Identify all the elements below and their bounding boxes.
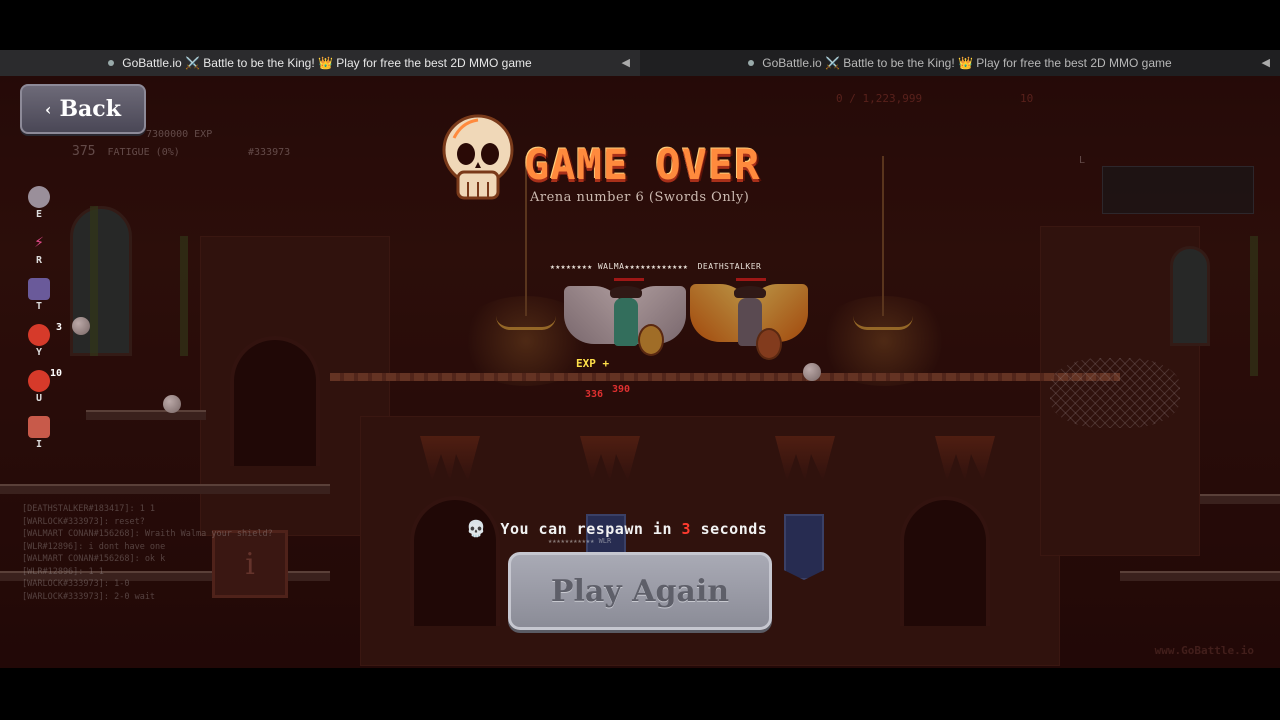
arena-subtitle: Arena number 6 (Swords Only)	[530, 190, 750, 205]
skill-bar: E ⚡ R T 3 Y 10 U I	[26, 186, 62, 462]
item-count: 10	[49, 368, 62, 379]
respawn-player-tag: ★★★★★★★★★★★ WLR	[548, 537, 612, 545]
site-watermark: www.GoBattle.io	[1154, 644, 1254, 657]
stone-arch	[230, 336, 320, 466]
chat-line: [WARLOCK#333973]: 2-0 wait	[22, 591, 156, 602]
minimap[interactable]: L	[1079, 155, 1254, 214]
stone-ledge	[0, 484, 330, 494]
skull-orb-icon	[28, 186, 50, 208]
minimap-label: L	[1079, 155, 1086, 166]
health-bar	[736, 278, 766, 281]
skill-slot-e[interactable]: E	[26, 186, 52, 232]
chat-line: [WARLOCK#333973]: 1-0	[22, 579, 130, 589]
chat-log: [DEATHSTALKER#183417]: 1 1 [WARLOCK#3339…	[22, 503, 273, 603]
blue-banner	[784, 514, 824, 580]
chat-line: [WALMART CONAN#156268]: Wraith Walma you…	[22, 529, 273, 539]
item-count: 3	[55, 322, 62, 333]
vine	[1250, 236, 1258, 376]
chat-line: [WALMART CONAN#156268]: ok k	[22, 554, 166, 564]
back-label: Back	[59, 96, 121, 122]
speaker-icon[interactable]: ◀	[1262, 56, 1270, 69]
apple-icon	[28, 324, 50, 346]
browser-tab-inactive[interactable]: GoBattle.io ⚔️ Battle to be the King! 👑 …	[640, 50, 1280, 76]
player-character-right[interactable]	[690, 278, 810, 378]
skill-slot-y[interactable]: 3 Y	[26, 322, 62, 370]
skill-slot-t[interactable]: T	[26, 278, 52, 324]
browser-tab-bar: GoBattle.io ⚔️ Battle to be the King! 👑 …	[0, 50, 1280, 76]
chat-line: [WLR#12896]: 1 1	[22, 566, 104, 577]
chain	[882, 156, 884, 316]
skill-slot-r[interactable]: ⚡ R	[26, 232, 52, 278]
skill-key: U	[35, 393, 43, 404]
play-again-button[interactable]: Play Again	[508, 552, 772, 630]
exp-display: 7300000 EXP	[146, 129, 213, 140]
respawn-prefix: You can respawn in	[500, 519, 672, 538]
player-name-tags: ★★★★★★★★ WALMA★★★★★★★★★★★★ DEATHSTALKER	[550, 262, 761, 271]
level-display: 375 FATIGUE (0%)	[72, 144, 180, 159]
gems-display: 10	[1020, 92, 1034, 105]
exp-gain-label: EXP +	[576, 357, 610, 370]
tab-title: GoBattle.io ⚔️ Battle to be the King! 👑 …	[762, 56, 1172, 70]
stone-ledge	[1120, 571, 1280, 581]
player-id-display: #333973	[248, 147, 291, 158]
stained-window	[1170, 246, 1210, 346]
orb-pickup	[72, 317, 90, 335]
chevron-left-icon: ‹	[45, 99, 52, 119]
cobweb	[1050, 358, 1180, 428]
damage-number: 336	[585, 389, 604, 400]
magic-wand-icon: ⚡	[34, 235, 44, 251]
skill-key: T	[35, 301, 43, 312]
player-name-right: DEATHSTALKER	[697, 262, 762, 271]
speaker-icon[interactable]: ◀	[622, 56, 630, 69]
respawn-suffix: seconds	[700, 519, 768, 538]
game-over-title: GAME OVER	[524, 140, 761, 189]
gold-display: 0 / 1,223,999	[836, 92, 923, 105]
round-shield	[638, 324, 664, 356]
vine	[90, 206, 98, 356]
apple-icon	[28, 370, 50, 392]
meat-icon	[28, 416, 50, 438]
stone-arch	[900, 496, 990, 626]
vine	[180, 236, 188, 356]
skull-icon: 💀	[466, 519, 487, 538]
chandelier	[496, 316, 556, 330]
chat-line: [WLR#12896]: i dont have one	[22, 541, 166, 552]
stone-ledge	[1200, 494, 1280, 504]
respawn-countdown: 3	[681, 519, 692, 538]
skill-key: R	[35, 255, 43, 266]
skill-slot-u[interactable]: 10 U	[26, 368, 62, 416]
pirate-hat	[734, 286, 766, 298]
chandelier	[853, 316, 913, 330]
bird-icon	[28, 278, 50, 300]
tab-title: GoBattle.io ⚔️ Battle to be the King! 👑 …	[122, 56, 532, 70]
skill-key: I	[35, 439, 43, 450]
chat-line: [DEATHSTALKER#183417]: 1 1	[22, 504, 156, 514]
skill-slot-i[interactable]: I	[26, 416, 52, 462]
favicon-icon	[748, 60, 755, 66]
browser-tab-active[interactable]: GoBattle.io ⚔️ Battle to be the King! 👑 …	[0, 50, 640, 76]
chat-line: [WARLOCK#333973]: reset?	[22, 516, 145, 527]
respawn-message: 💀 You can respawn in 3 seconds	[466, 519, 767, 538]
character-body	[614, 298, 638, 346]
round-shield	[756, 328, 782, 360]
stone-arch	[410, 496, 500, 626]
skill-key: E	[35, 209, 43, 220]
skull-icon	[442, 114, 514, 200]
favicon-icon	[108, 60, 115, 66]
player-name-left: ★★★★★★★★ WALMA★★★★★★★★★★★★	[550, 262, 689, 271]
skill-key: Y	[35, 347, 43, 358]
back-button[interactable]: ‹ Back	[20, 84, 146, 134]
damage-number: 390	[612, 384, 631, 395]
health-bar	[614, 278, 644, 281]
pirate-hat	[610, 286, 642, 298]
stone-ledge	[86, 410, 206, 420]
orb-pickup	[163, 395, 181, 413]
